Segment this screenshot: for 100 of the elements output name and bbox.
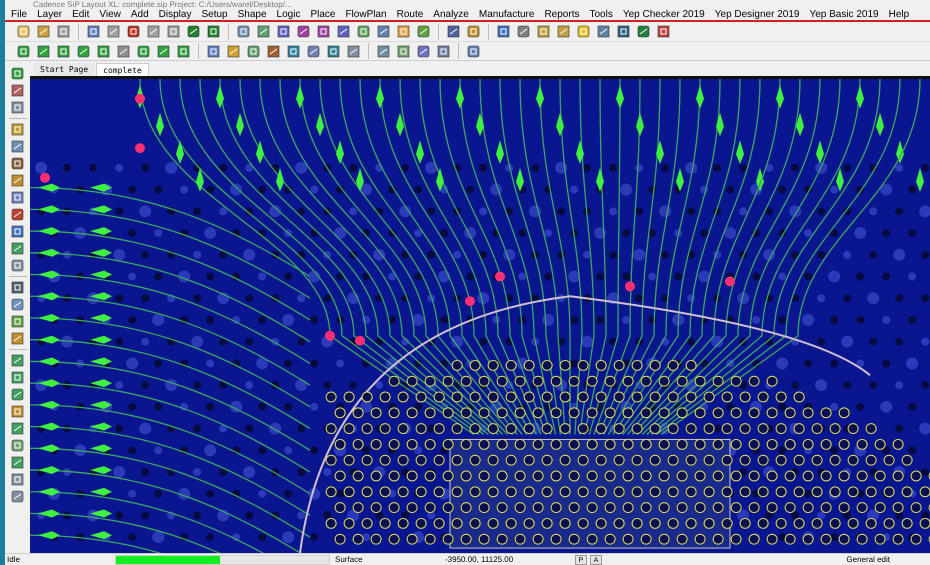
toolbar-button[interactable] <box>9 437 26 454</box>
toolbar-button[interactable] <box>115 42 132 60</box>
toolbar-button[interactable] <box>175 42 192 60</box>
toolbar-button[interactable] <box>235 23 252 40</box>
tool-icon <box>11 439 24 452</box>
toolbar-button[interactable] <box>9 420 26 437</box>
toolbar-button[interactable] <box>395 42 412 60</box>
toolbar-button[interactable] <box>285 42 302 60</box>
toolbar-button[interactable] <box>105 23 122 40</box>
menu-item[interactable]: Setup <box>201 6 228 22</box>
toolbar-button[interactable] <box>9 189 26 206</box>
toolbar-button[interactable] <box>575 23 592 40</box>
toolbar-button[interactable] <box>515 23 532 40</box>
toolbar-button[interactable] <box>9 313 26 330</box>
toolbar-button[interactable] <box>9 471 26 488</box>
tool-icon <box>307 44 320 58</box>
toolbar-button[interactable] <box>245 42 262 60</box>
toolbar-button[interactable] <box>465 23 482 40</box>
toolbar-button[interactable] <box>375 42 392 60</box>
toolbar-button[interactable] <box>265 42 282 60</box>
toolbar-button[interactable] <box>9 223 26 240</box>
toolbar-button[interactable] <box>9 99 26 116</box>
menu-item[interactable]: Yep Checker 2019 <box>622 6 705 22</box>
menu-item[interactable]: FlowPlan <box>345 6 387 22</box>
toolbar-button[interactable] <box>9 172 26 189</box>
toolbar-button[interactable] <box>55 42 72 60</box>
toolbar-button[interactable] <box>75 42 92 60</box>
toolbar-button[interactable] <box>185 23 202 40</box>
toolbar-button[interactable] <box>595 23 612 40</box>
tab[interactable]: Start Page <box>34 63 94 76</box>
toolbar-button[interactable] <box>9 386 26 403</box>
toolbar-button[interactable] <box>9 206 26 223</box>
menu-item[interactable]: Shape <box>238 6 267 22</box>
toolbar-button[interactable] <box>9 352 26 369</box>
menu-item[interactable]: View <box>99 6 121 22</box>
toolbar-button[interactable] <box>435 42 452 60</box>
toolbar-button[interactable] <box>9 82 26 99</box>
toolbar-button[interactable] <box>135 42 152 60</box>
tab[interactable]: complete <box>96 63 149 76</box>
toolbar-button[interactable] <box>295 23 312 40</box>
toolbar-button[interactable] <box>355 23 372 40</box>
toolbar-button[interactable] <box>35 23 52 40</box>
toolbar-button[interactable] <box>305 42 322 60</box>
menu-item[interactable]: Layer <box>37 6 62 22</box>
toolbar-button[interactable] <box>415 42 432 60</box>
toolbar-button[interactable] <box>9 488 26 505</box>
toolbar-button[interactable] <box>445 23 462 40</box>
toolbar-button[interactable] <box>145 23 162 40</box>
toolbar-button[interactable] <box>35 42 52 60</box>
menu-item[interactable]: Help <box>888 6 910 22</box>
toolbar-button[interactable] <box>125 23 142 40</box>
toolbar-button[interactable] <box>9 240 26 257</box>
toolbar-button[interactable] <box>315 23 332 40</box>
toolbar-button[interactable] <box>9 279 26 296</box>
toolbar-button[interactable] <box>9 454 26 471</box>
toolbar-button[interactable] <box>335 23 352 40</box>
menu-item[interactable]: Yep Designer 2019 <box>714 6 800 22</box>
toolbar-button[interactable] <box>555 23 572 40</box>
menu-item[interactable]: Place <box>310 6 336 22</box>
menu-item[interactable]: Manufacture <box>478 6 534 22</box>
toolbar-button[interactable] <box>85 23 102 40</box>
toolbar-button[interactable] <box>255 23 272 40</box>
toolbar-button[interactable] <box>9 369 26 386</box>
toolbar-button[interactable] <box>635 23 652 40</box>
toolbar-button[interactable] <box>9 65 26 82</box>
toolbar-button[interactable] <box>415 23 432 40</box>
toolbar-button[interactable] <box>395 23 412 40</box>
toolbar-button[interactable] <box>9 121 26 138</box>
tool-icon <box>37 44 50 58</box>
toolbar-button[interactable] <box>95 42 112 60</box>
toolbar-button[interactable] <box>15 23 32 40</box>
toolbar-button[interactable] <box>465 42 482 60</box>
toolbar-button[interactable] <box>55 23 72 40</box>
toolbar-button[interactable] <box>275 23 292 40</box>
toolbar-button[interactable] <box>205 23 222 40</box>
toolbar-button[interactable] <box>9 296 26 313</box>
toolbar-button[interactable] <box>615 23 632 40</box>
menu-item[interactable]: Reports <box>544 6 580 22</box>
menu-item[interactable]: Tools <box>589 6 613 22</box>
toolbar-button[interactable] <box>345 42 362 60</box>
toolbar-button[interactable] <box>9 155 26 172</box>
toolbar-button[interactable] <box>9 138 26 155</box>
menu-item[interactable]: File <box>11 6 28 22</box>
toolbar-button[interactable] <box>155 42 172 60</box>
toolbar-button[interactable] <box>655 23 672 40</box>
toolbar-button[interactable] <box>535 23 552 40</box>
menu-item[interactable]: Route <box>396 6 424 22</box>
toolbar-button[interactable] <box>375 23 392 40</box>
toolbar-button[interactable] <box>495 23 512 40</box>
menu-item[interactable]: Analyze <box>433 6 469 22</box>
toolbar-button[interactable] <box>325 42 342 60</box>
toolbar-button[interactable] <box>225 42 242 60</box>
toolbar-button[interactable] <box>9 403 26 420</box>
toolbar-button[interactable] <box>205 42 222 60</box>
toolbar-button[interactable] <box>15 42 32 60</box>
toolbar-button[interactable] <box>9 257 26 274</box>
menu-item[interactable]: Edit <box>72 6 90 22</box>
toolbar-button[interactable] <box>165 23 182 40</box>
toolbar-button[interactable] <box>9 330 26 347</box>
menu-item[interactable]: Yep Basic 2019 <box>809 6 879 22</box>
